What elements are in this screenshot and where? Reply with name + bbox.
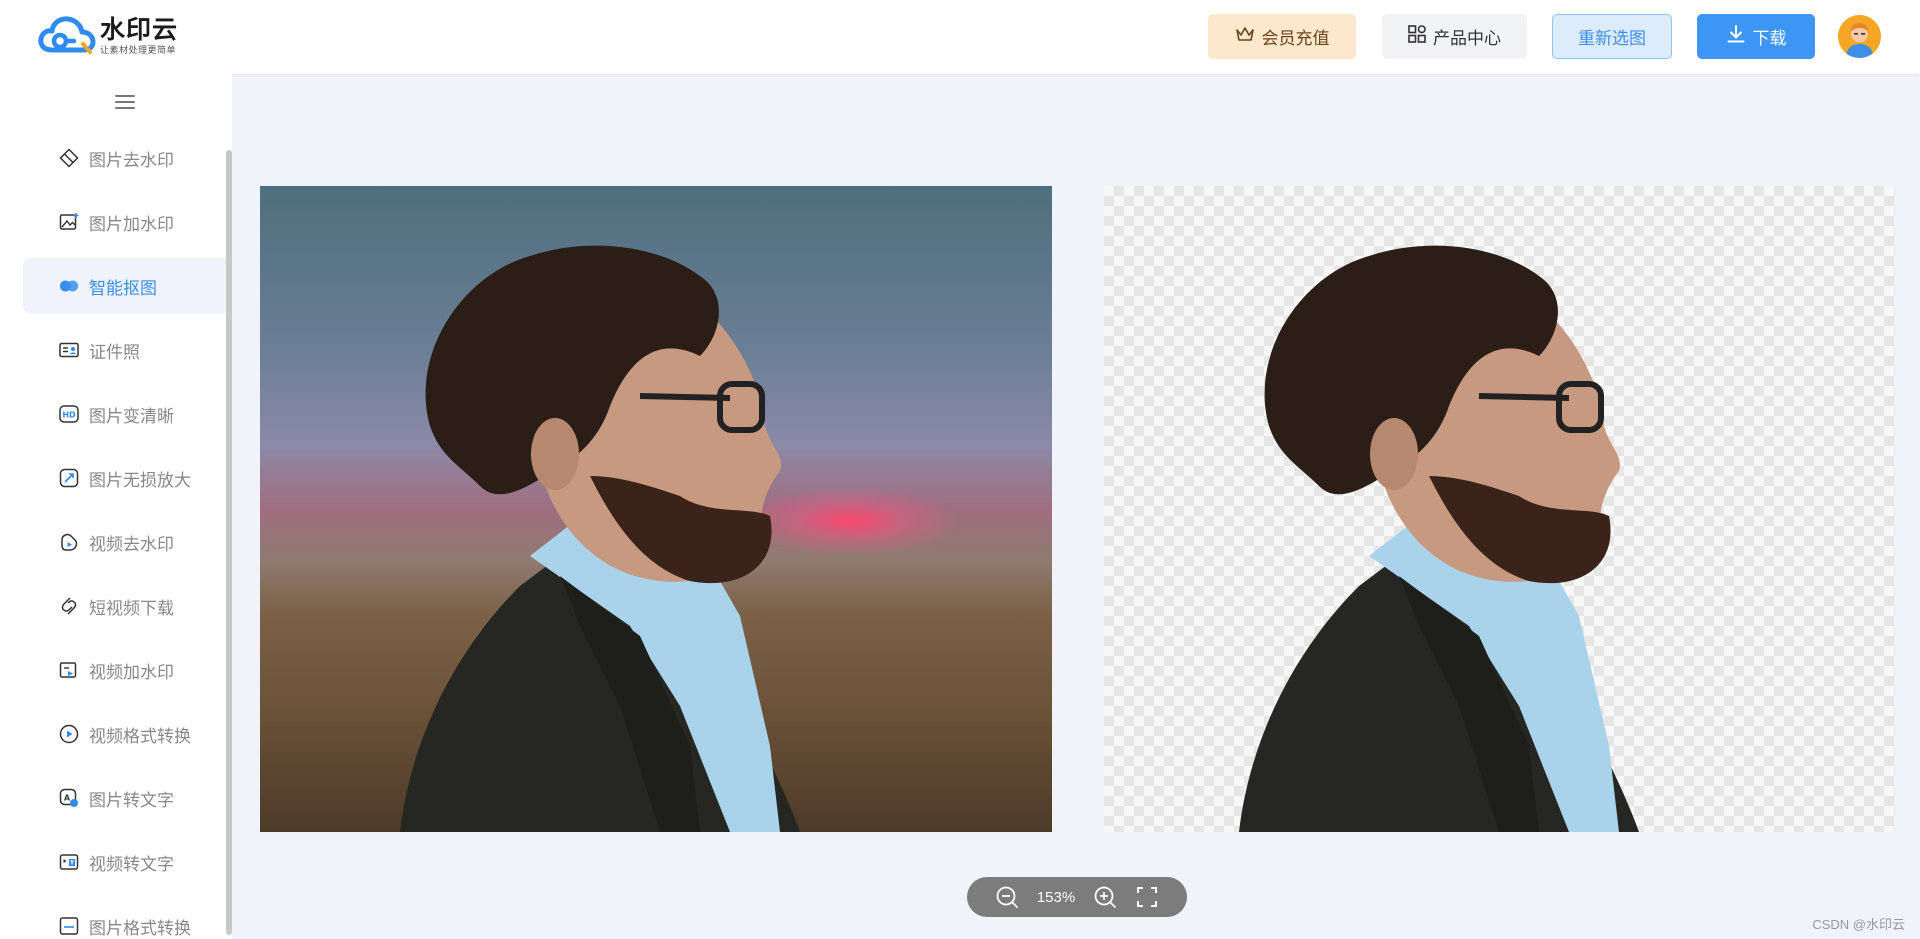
- vip-recharge-label: 会员充值: [1261, 29, 1330, 48]
- product-center-label: 产品中心: [1433, 29, 1501, 48]
- sidebar-item-video-format-convert[interactable]: 视频格式转换: [23, 706, 227, 762]
- video-eraser-icon: [59, 532, 79, 552]
- zoom-in-icon[interactable]: [1092, 884, 1118, 910]
- sidebar-item-label: 视频去水印: [89, 534, 174, 554]
- cutout-person: [1239, 245, 1639, 832]
- person-photo: [400, 245, 800, 832]
- sidebar-item-label: 视频格式转换: [89, 726, 191, 746]
- sidebar-item-video-watermark-add[interactable]: 视频加水印: [23, 642, 227, 698]
- app-slogan: 让素材处理更简单: [100, 45, 177, 55]
- left-sidebar: 图片去水印 图片加水印 智能抠图 证件照 HD 图片变清晰 图片无损放大 视频去…: [0, 74, 232, 939]
- sidebar-item-label: 图片转文字: [89, 790, 174, 810]
- play-circle-icon: [59, 724, 79, 744]
- top-header: 水印云 让素材处理更简单 会员充值 产品中心 重新选图 下载: [0, 0, 1920, 74]
- source-watermark: CSDN @水印云: [1812, 917, 1905, 932]
- menu-collapse-icon[interactable]: [114, 92, 136, 112]
- grid-icon: [1408, 25, 1433, 48]
- sidebar-item-image-to-text[interactable]: A 图片转文字: [23, 770, 227, 826]
- sidebar-scrollbar[interactable]: [226, 150, 232, 935]
- svg-text:A: A: [64, 794, 71, 803]
- sidebar-item-label: 证件照: [89, 342, 140, 362]
- hd-icon: HD: [59, 404, 79, 424]
- enlarge-icon: [59, 468, 79, 488]
- eraser-icon: [59, 148, 79, 168]
- sidebar-item-image-format-convert[interactable]: 图片格式转换: [23, 898, 227, 939]
- video-add-icon: [59, 660, 79, 680]
- sidebar-item-video-watermark-remove[interactable]: 视频去水印: [23, 514, 227, 570]
- fullscreen-icon[interactable]: [1134, 884, 1160, 910]
- cutout-result-image: [1104, 186, 1895, 832]
- app-logo[interactable]: 水印云 让素材处理更简单: [38, 14, 178, 58]
- cutout-icon: [59, 276, 79, 296]
- sidebar-item-label: 图片无损放大: [89, 470, 191, 490]
- sidebar-item-label: 图片加水印: [89, 214, 174, 234]
- zoom-level: 153%: [1036, 888, 1076, 906]
- link-icon: [59, 596, 79, 616]
- sidebar-item-lossless-enlarge[interactable]: 图片无损放大: [23, 450, 227, 506]
- sidebar-item-label: 图片去水印: [89, 150, 174, 170]
- download-button[interactable]: 下载: [1697, 14, 1815, 59]
- zoom-toolbar: 153%: [967, 877, 1187, 917]
- sidebar-item-video-to-text[interactable]: 视频转文字: [23, 834, 227, 890]
- reselect-image-button[interactable]: 重新选图: [1552, 14, 1672, 59]
- svg-text:HD: HD: [62, 411, 76, 420]
- user-avatar[interactable]: [1838, 15, 1881, 58]
- sidebar-item-smart-cutout[interactable]: 智能抠图: [23, 258, 227, 314]
- sidebar-item-id-photo[interactable]: 证件照: [23, 322, 227, 378]
- sidebar-item-label: 图片变清晰: [89, 406, 174, 426]
- download-icon: [1726, 24, 1753, 49]
- sidebar-item-label: 图片格式转换: [89, 918, 191, 938]
- sidebar-item-short-video-download[interactable]: 短视频下载: [23, 578, 227, 634]
- sidebar-item-image-watermark-add[interactable]: 图片加水印: [23, 194, 227, 250]
- id-card-icon: [59, 340, 79, 360]
- video-text-icon: [59, 852, 79, 872]
- vip-recharge-button[interactable]: 会员充值: [1208, 14, 1356, 59]
- sidebar-item-label: 视频转文字: [89, 854, 174, 874]
- product-center-button[interactable]: 产品中心: [1382, 14, 1527, 59]
- sidebar-item-label: 智能抠图: [89, 278, 157, 298]
- sidebar-item-label: 视频加水印: [89, 662, 174, 682]
- sidebar-item-label: 短视频下载: [89, 598, 174, 618]
- image-text-icon: A: [59, 788, 79, 808]
- sidebar-item-image-enhance[interactable]: HD 图片变清晰: [23, 386, 227, 442]
- download-label: 下载: [1752, 29, 1787, 48]
- original-image: [260, 186, 1052, 832]
- zoom-out-icon[interactable]: [994, 884, 1020, 910]
- crown-icon: [1235, 25, 1262, 48]
- image-add-icon: [59, 212, 79, 232]
- cloud-logo-icon: [38, 14, 96, 58]
- sidebar-item-image-watermark-remove[interactable]: 图片去水印: [23, 130, 227, 186]
- app-name: 水印云: [100, 16, 179, 44]
- image-format-icon: [59, 916, 79, 936]
